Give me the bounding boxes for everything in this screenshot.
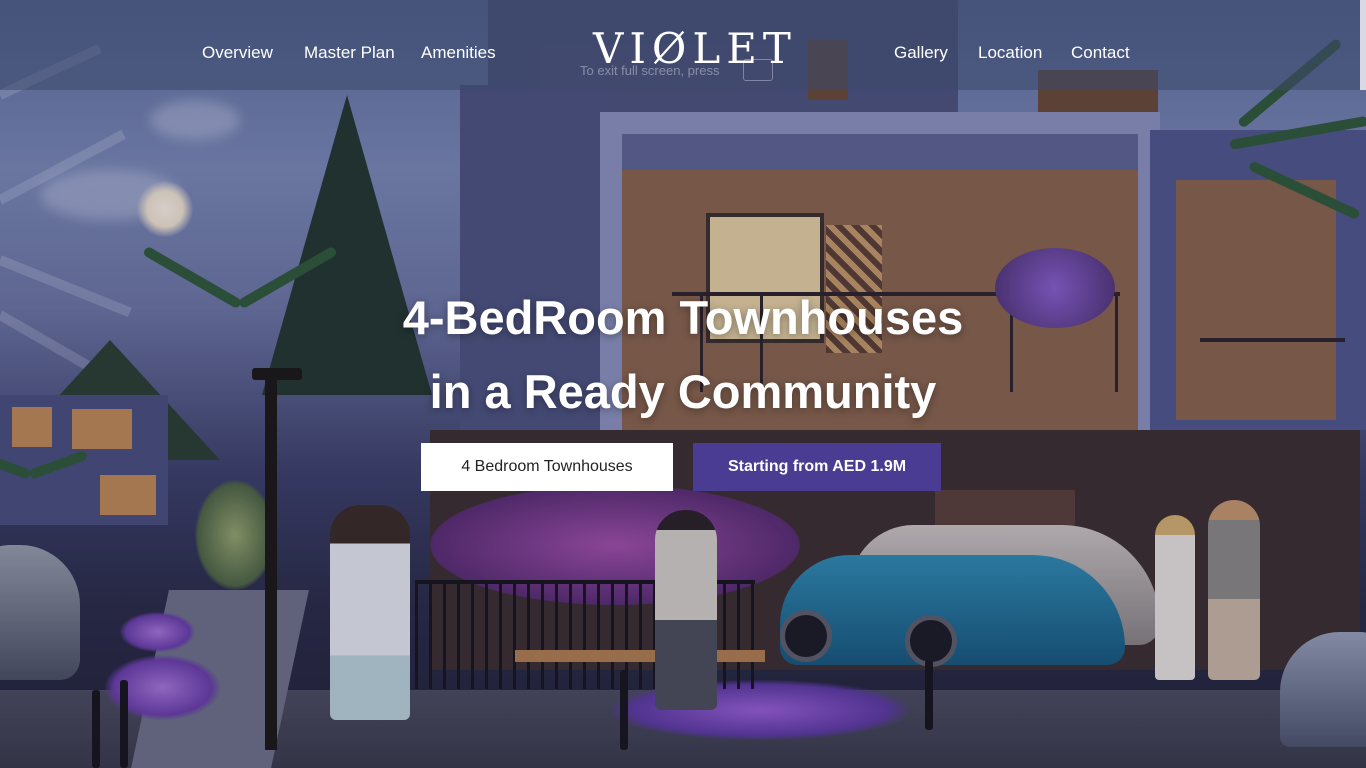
nav-gallery[interactable]: Gallery	[894, 43, 948, 63]
violet-logo[interactable]: VIØLET	[593, 24, 791, 74]
scrollbar[interactable]	[1360, 0, 1366, 90]
nav-location[interactable]: Location	[978, 43, 1042, 63]
starting-price-button[interactable]: Starting from AED 1.9M	[693, 443, 941, 491]
nav-overview[interactable]: Overview	[202, 43, 273, 63]
hero-title-line-2: in a Ready Community	[429, 365, 937, 418]
hero-title-line-1: 4-BedRoom Townhouses	[402, 291, 964, 344]
top-navbar: Overview Master Plan Amenities To exit f…	[0, 0, 1366, 92]
nav-amenities[interactable]: Amenities	[421, 43, 496, 63]
nav-master-plan[interactable]: Master Plan	[304, 43, 395, 63]
logo-text: VIØLET	[593, 24, 797, 73]
nav-contact[interactable]: Contact	[1071, 43, 1130, 63]
four-bedroom-townhouses-button[interactable]: 4 Bedroom Townhouses	[421, 443, 673, 491]
